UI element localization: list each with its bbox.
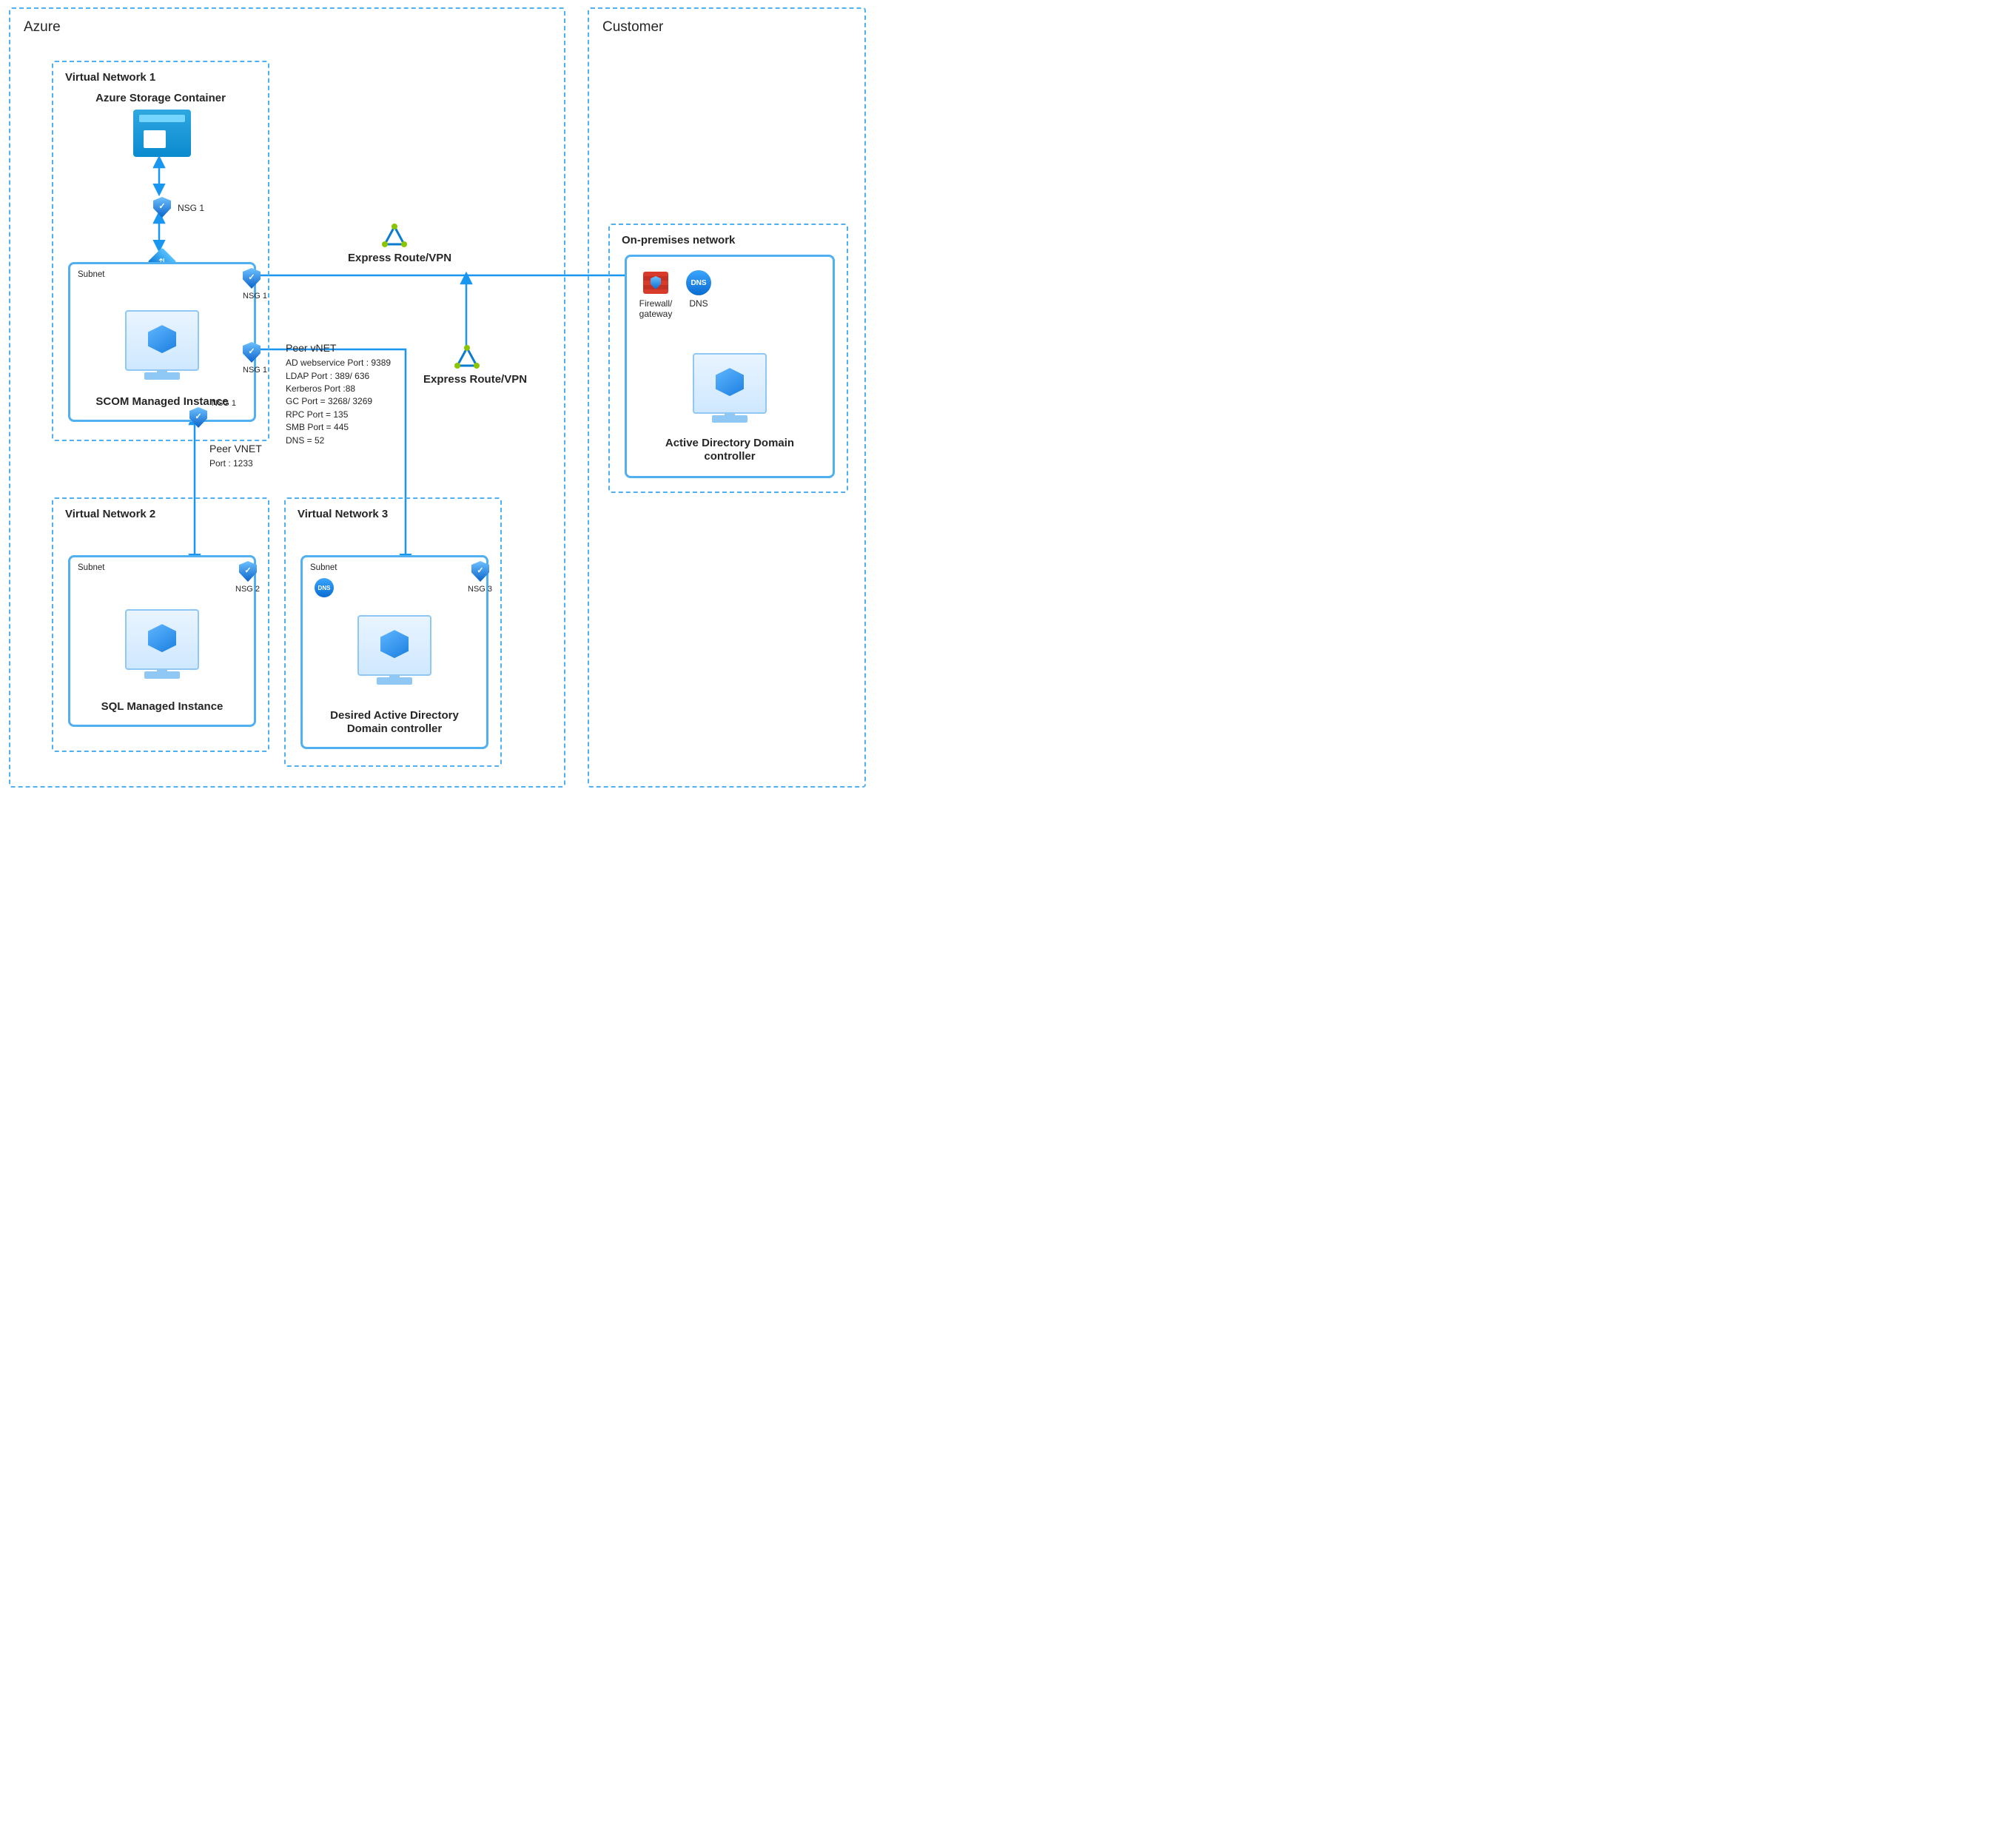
- storage-title: Azure Storage Container: [53, 92, 268, 106]
- express-route-icon: [382, 224, 407, 249]
- express-route-top-label: Express Route/VPN: [348, 252, 451, 264]
- diagram-canvas: Azure Virtual Network 1 Azure Storage Co…: [0, 0, 872, 799]
- storage-icon: [133, 110, 191, 157]
- sql-mi-icon: [125, 609, 199, 670]
- vnet3: Virtual Network 3 Subnet DNS Desired Act…: [284, 497, 502, 767]
- onprem-title: On-premises network: [622, 234, 735, 246]
- firewall-icon: [643, 272, 668, 294]
- dns-label: DNS: [683, 298, 714, 309]
- shield-icon: [153, 197, 171, 218]
- port-line: GC Port = 3268/ 3269: [286, 395, 391, 408]
- vnet3-subnet: Subnet DNS Desired Active Directory Doma…: [300, 555, 488, 749]
- customer-title: Customer: [602, 19, 663, 36]
- peer-vnet-1-2: Peer VNET Port : 1233: [209, 441, 262, 471]
- nsg1-label: NSG 1: [243, 366, 267, 375]
- onprem-panel: Firewall/ gateway DNS DNS Active Directo…: [625, 255, 835, 478]
- port-line: LDAP Port : 389/ 636: [286, 370, 391, 383]
- dns-icon: DNS: [686, 270, 711, 295]
- azure-title: Azure: [24, 19, 61, 36]
- peer-v1v2-title: Peer VNET: [209, 441, 262, 456]
- peer-vnet-1-3: Peer vNET AD webservice Port : 9389 LDAP…: [286, 340, 391, 447]
- express-route-mid-label: Express Route/VPN: [423, 373, 527, 386]
- nsg1-label: NSG 1: [243, 292, 267, 301]
- port-line: DNS = 52: [286, 434, 391, 447]
- vnet1-title: Virtual Network 1: [65, 71, 155, 84]
- express-route-icon: [454, 345, 480, 370]
- adc-icon: [357, 615, 431, 676]
- customer-region: Customer On-premises network Firewall/ g…: [588, 7, 866, 788]
- firewall-label: Firewall/ gateway: [633, 298, 679, 320]
- peer-v1v3-title: Peer vNET: [286, 340, 391, 355]
- nsg2-label: NSG 2: [235, 585, 260, 594]
- onprem-network: On-premises network Firewall/ gateway DN…: [608, 224, 848, 493]
- port-line: SMB Port = 445: [286, 421, 391, 434]
- peer-v1v2-port: Port : 1233: [209, 457, 262, 470]
- scom-icon: [125, 310, 199, 371]
- shield-icon: [189, 407, 207, 428]
- onprem-adc-title: Active Directory Domain controller: [642, 437, 818, 465]
- vnet1-subnet-label: Subnet: [78, 270, 104, 279]
- port-line: RPC Port = 135: [286, 409, 391, 421]
- vnet2-subnet: Subnet SQL Managed Instance: [68, 555, 256, 727]
- vnet2-title: Virtual Network 2: [65, 508, 155, 520]
- port-line: Kerberos Port :88: [286, 383, 391, 395]
- nsg1-label: NSG 1: [212, 399, 236, 408]
- vnet2: Virtual Network 2 Subnet SQL Managed Ins…: [52, 497, 269, 752]
- sql-mi-title: SQL Managed Instance: [70, 700, 254, 714]
- vnet1-subnet: Subnet SCOM Managed Instance: [68, 262, 256, 422]
- dns-icon: DNS: [315, 578, 334, 597]
- vnet3-title: Virtual Network 3: [298, 508, 388, 520]
- vnet2-subnet-label: Subnet: [78, 563, 104, 572]
- vnet3-subnet-label: Subnet: [310, 563, 337, 572]
- vnet3-adc-title: Desired Active Directory Domain controll…: [310, 709, 479, 737]
- nsg3-label: NSG 3: [468, 585, 492, 594]
- nsg1-label: NSG 1: [178, 203, 204, 213]
- vnet1: Virtual Network 1 Azure Storage Containe…: [52, 61, 269, 441]
- port-line: AD webservice Port : 9389: [286, 357, 391, 369]
- onprem-adc-icon: [693, 353, 767, 414]
